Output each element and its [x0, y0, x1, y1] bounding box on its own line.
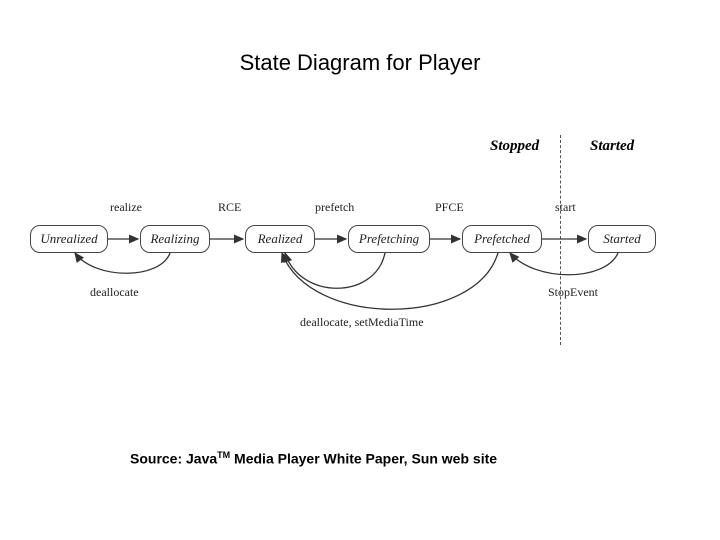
source-caption: Source: JavaTM Media Player White Paper,…	[130, 450, 497, 467]
source-suffix: Media Player White Paper, Sun web site	[230, 451, 497, 467]
slide: State Diagram for Player Stopped Started…	[0, 0, 720, 540]
source-prefix: Source: Java	[130, 451, 217, 467]
source-tm: TM	[217, 450, 230, 460]
region-started-label: Started	[590, 138, 634, 155]
region-stopped-label: Stopped	[490, 138, 539, 155]
diagram-stage: Stopped Started Unrealized Realizing Rea…	[30, 160, 690, 350]
page-title: State Diagram for Player	[0, 50, 720, 76]
diagram-arrows	[30, 160, 690, 350]
